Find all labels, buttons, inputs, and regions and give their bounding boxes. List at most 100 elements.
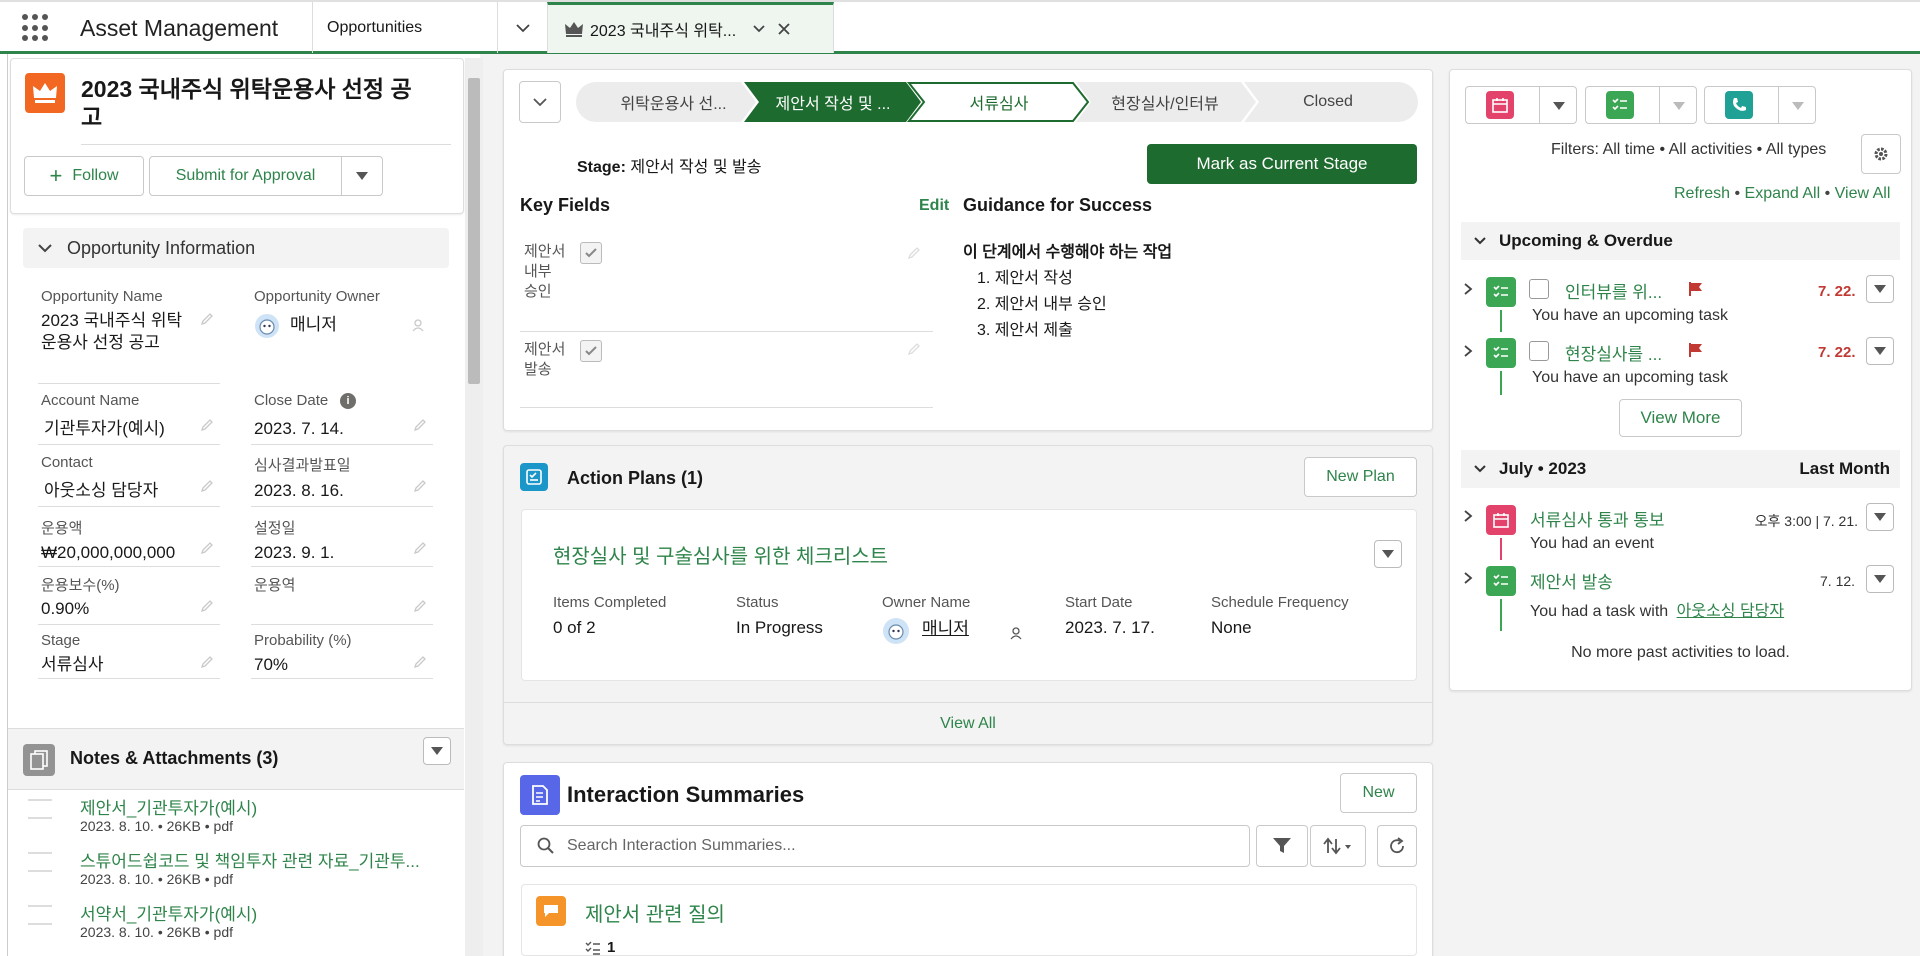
stage-line: Stage: 제안서 작성 및 발송 xyxy=(577,153,761,177)
chevron-right-icon[interactable] xyxy=(1463,571,1473,585)
owner-link[interactable]: 매니저 xyxy=(290,314,337,336)
refresh-link[interactable]: Refresh xyxy=(1674,185,1730,202)
change-owner-icon[interactable] xyxy=(1010,626,1024,640)
path-toggle-button[interactable] xyxy=(519,81,561,123)
field-label: 설정일 xyxy=(254,520,296,537)
path-step-2[interactable]: 제안서 작성 및 ... xyxy=(758,82,908,122)
task-menu-dropdown[interactable] xyxy=(1866,275,1894,303)
filter-button[interactable] xyxy=(1256,825,1308,867)
pencil-icon[interactable] xyxy=(413,655,427,669)
task-menu-dropdown[interactable] xyxy=(1866,337,1894,365)
follow-button[interactable]: + Follow xyxy=(24,156,144,196)
pencil-icon[interactable] xyxy=(200,655,214,669)
log-call-button-group[interactable] xyxy=(1704,86,1816,124)
path-step-3[interactable]: 서류심사 xyxy=(924,82,1074,122)
field-value: 2023 국내주식 위탁운용사 선정 공고 xyxy=(41,311,183,352)
chevron-right-icon[interactable] xyxy=(1463,509,1473,523)
attachment-link[interactable]: 스튜어드쉽코드 및 책임투자 관련 자료_기관투... xyxy=(80,847,420,872)
pencil-icon[interactable] xyxy=(907,342,921,356)
plan-menu-dropdown[interactable] xyxy=(1374,540,1402,568)
new-interaction-button[interactable]: New xyxy=(1340,773,1417,813)
view-more-button[interactable]: View More xyxy=(1619,399,1742,437)
task-menu-dropdown[interactable] xyxy=(1866,565,1894,593)
pencil-icon[interactable] xyxy=(413,479,427,493)
pencil-icon[interactable] xyxy=(413,541,427,555)
task-link[interactable]: 인터뷰를 위... xyxy=(1565,278,1662,303)
sort-button[interactable] xyxy=(1310,825,1366,867)
pencil-icon[interactable] xyxy=(200,479,214,493)
new-plan-button[interactable]: New Plan xyxy=(1304,457,1417,497)
pencil-icon[interactable] xyxy=(200,418,214,432)
pencil-icon[interactable] xyxy=(200,312,214,326)
event-menu-dropdown[interactable] xyxy=(1866,503,1894,531)
view-all-link[interactable]: View All xyxy=(940,715,996,733)
contact-link[interactable]: 아웃소싱 담당자 xyxy=(1677,603,1785,620)
info-icon[interactable]: i xyxy=(340,393,356,409)
triangle-down-icon xyxy=(356,172,368,180)
task-link[interactable]: 현장실사를 ... xyxy=(1565,340,1662,365)
app-launcher-icon[interactable] xyxy=(22,14,50,42)
upcoming-header[interactable]: Upcoming & Overdue xyxy=(1461,222,1900,260)
submit-approval-button[interactable]: Submit for Approval xyxy=(149,156,342,196)
path-step-5[interactable]: Closed xyxy=(1258,82,1398,122)
expand-all-link[interactable]: Expand All xyxy=(1745,185,1821,202)
notes-menu-dropdown[interactable] xyxy=(423,737,451,765)
more-actions-dropdown[interactable] xyxy=(341,156,383,196)
task-checkbox[interactable] xyxy=(1529,341,1549,361)
new-interaction-label: New xyxy=(1362,784,1395,801)
mark-current-stage-button[interactable]: Mark as Current Stage xyxy=(1147,144,1417,184)
pencil-icon[interactable] xyxy=(200,541,214,555)
settings-button[interactable] xyxy=(1861,134,1901,174)
event-link[interactable]: 서류심사 통과 통보 xyxy=(1530,506,1665,531)
sort-icon xyxy=(1323,837,1351,855)
view-all-link[interactable]: View All xyxy=(1835,185,1891,202)
path-step-4[interactable]: 현장실사/인터뷰 xyxy=(1090,82,1240,122)
new-event-button-group[interactable] xyxy=(1465,86,1577,124)
field-label: Account Name xyxy=(41,392,140,409)
month-header[interactable]: July • 2023 Last Month xyxy=(1461,450,1900,488)
attachment-link[interactable]: 서약서_기관투자가(예시) xyxy=(80,900,257,925)
chevron-down-icon[interactable] xyxy=(752,24,766,34)
contact-link[interactable]: 아웃소싱 담당자 xyxy=(44,480,158,502)
owner-name-link[interactable]: 매니저 xyxy=(922,618,969,640)
tab-opportunities[interactable]: Opportunities xyxy=(312,2,497,53)
field-value: 70% xyxy=(254,655,289,674)
global-nav: Asset Management Opportunities 2023 국내주식… xyxy=(0,0,1920,54)
search-input[interactable]: Search Interaction Summaries... xyxy=(520,825,1250,867)
account-link[interactable]: 기관투자가(예시) xyxy=(44,418,165,440)
pencil-icon[interactable] xyxy=(907,246,921,260)
chevron-right-icon[interactable] xyxy=(1463,344,1473,358)
plan-name-link[interactable]: 현장실사 및 구술심사를 위한 체크리스트 xyxy=(553,540,888,569)
task-link[interactable]: 제안서 발송 xyxy=(1530,568,1613,593)
flag-icon xyxy=(1689,282,1702,296)
triangle-down-icon[interactable] xyxy=(1673,102,1685,110)
pencil-icon[interactable] xyxy=(413,418,427,432)
task-checkbox[interactable] xyxy=(1529,279,1549,299)
new-plan-label: New Plan xyxy=(1326,468,1395,485)
checkbox-checked xyxy=(580,242,602,264)
pencil-icon[interactable] xyxy=(200,599,214,613)
refresh-button[interactable] xyxy=(1377,825,1417,867)
left-scrollbar-thumb[interactable] xyxy=(468,78,480,384)
attachment-link[interactable]: 제안서_기관투자가(예시) xyxy=(80,794,257,819)
list-item[interactable]: 제안서_기관투자가(예시) 2023. 8. 10. • 26KB • pdf xyxy=(28,794,458,846)
action-plans-footer: View All xyxy=(504,702,1432,744)
chevron-right-icon[interactable] xyxy=(1463,282,1473,296)
pencil-icon[interactable] xyxy=(413,599,427,613)
plan-tile: 현장실사 및 구술심사를 위한 체크리스트 Items Completed 0 … xyxy=(521,509,1417,681)
interaction-link[interactable]: 제안서 관련 질의 xyxy=(585,898,725,927)
triangle-down-icon[interactable] xyxy=(1553,102,1565,110)
tab-opportunities-dropdown[interactable] xyxy=(497,2,547,53)
list-item[interactable]: 서약서_기관투자가(예시) 2023. 8. 10. • 26KB • pdf xyxy=(28,900,458,952)
tab-record[interactable]: 2023 국내주식 위탁... xyxy=(547,2,834,53)
change-owner-icon[interactable] xyxy=(412,318,426,332)
event-date: 오후 3:00 | 7. 21. xyxy=(1754,513,1858,529)
path-step-1[interactable]: 위탁운용사 선... xyxy=(596,82,751,122)
list-item[interactable]: 스튜어드쉽코드 및 책임투자 관련 자료_기관투... 2023. 8. 10.… xyxy=(28,847,458,899)
close-icon[interactable] xyxy=(778,23,790,35)
triangle-down-icon[interactable] xyxy=(1792,102,1804,110)
edit-link[interactable]: Edit xyxy=(919,197,949,215)
section-header-opportunity-info[interactable]: Opportunity Information xyxy=(23,228,449,268)
guidance-heading: 이 단계에서 수행해야 하는 작업 xyxy=(963,244,1173,261)
new-task-button-group[interactable] xyxy=(1585,86,1697,124)
